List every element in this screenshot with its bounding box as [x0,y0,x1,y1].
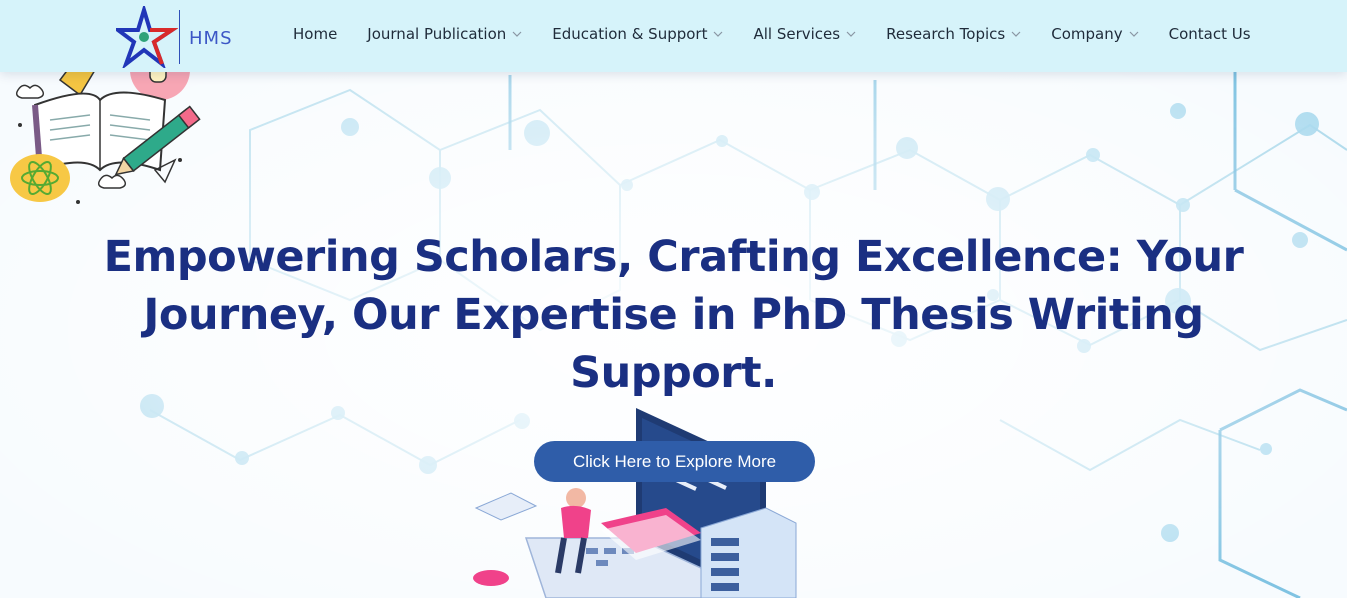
nav-item-research-topics[interactable]: Research Topics [886,25,1021,43]
hero-title: Empowering Scholars, Crafting Excellence… [100,228,1247,402]
nav-item-label: All Services [753,25,841,43]
nav-item-journal-publication[interactable]: Journal Publication [367,25,522,43]
nav-item-contact-us[interactable]: Contact Us [1169,25,1251,43]
chevron-down-icon [1011,31,1021,37]
explore-more-button[interactable]: Click Here to Explore More [534,441,815,482]
nav-item-all-services[interactable]: All Services [753,25,856,43]
nav-item-label: Education & Support [552,25,708,43]
nav-item-label: Home [293,25,338,43]
nav-item-label: Company [1051,25,1123,43]
navbar: HMS Home Journal Publication Education &… [0,0,1347,72]
hero-title-line: Support. [570,348,777,398]
small-laptop-icon [474,492,538,521]
nav-item-home[interactable]: Home [293,25,337,43]
nav-item-label: Research Topics [886,25,1006,43]
hero-title-line: Empowering Scholars, Crafting Excellence… [103,232,1244,282]
education-doodle-illustration [10,60,201,204]
hero-title-line: Journey, Our Expertise in PhD Thesis Wri… [143,290,1204,340]
cloud-icon [97,174,127,189]
nav-item-label: Journal Publication [367,25,507,43]
nav-item-education-support[interactable]: Education & Support [552,25,723,43]
mouse-pad-icon [473,570,509,586]
person-icon [566,488,586,508]
star-logo-icon [112,3,179,70]
nav-item-label: Contact Us [1168,25,1251,43]
atom-icon [10,154,70,202]
chevron-down-icon [846,31,856,37]
chevron-down-icon [512,31,522,37]
chevron-down-icon [1129,31,1139,37]
cloud-icon [15,84,45,99]
main-nav: Home Journal Publication Education & Sup… [293,22,1251,46]
chevron-down-icon [714,31,723,37]
isometric-workspace-illustration [473,408,797,598]
logo-divider [179,10,180,64]
brand-logo[interactable]: HMS [112,3,236,70]
nav-item-company[interactable]: Company [1051,25,1139,43]
brand-name: HMS [189,28,233,49]
